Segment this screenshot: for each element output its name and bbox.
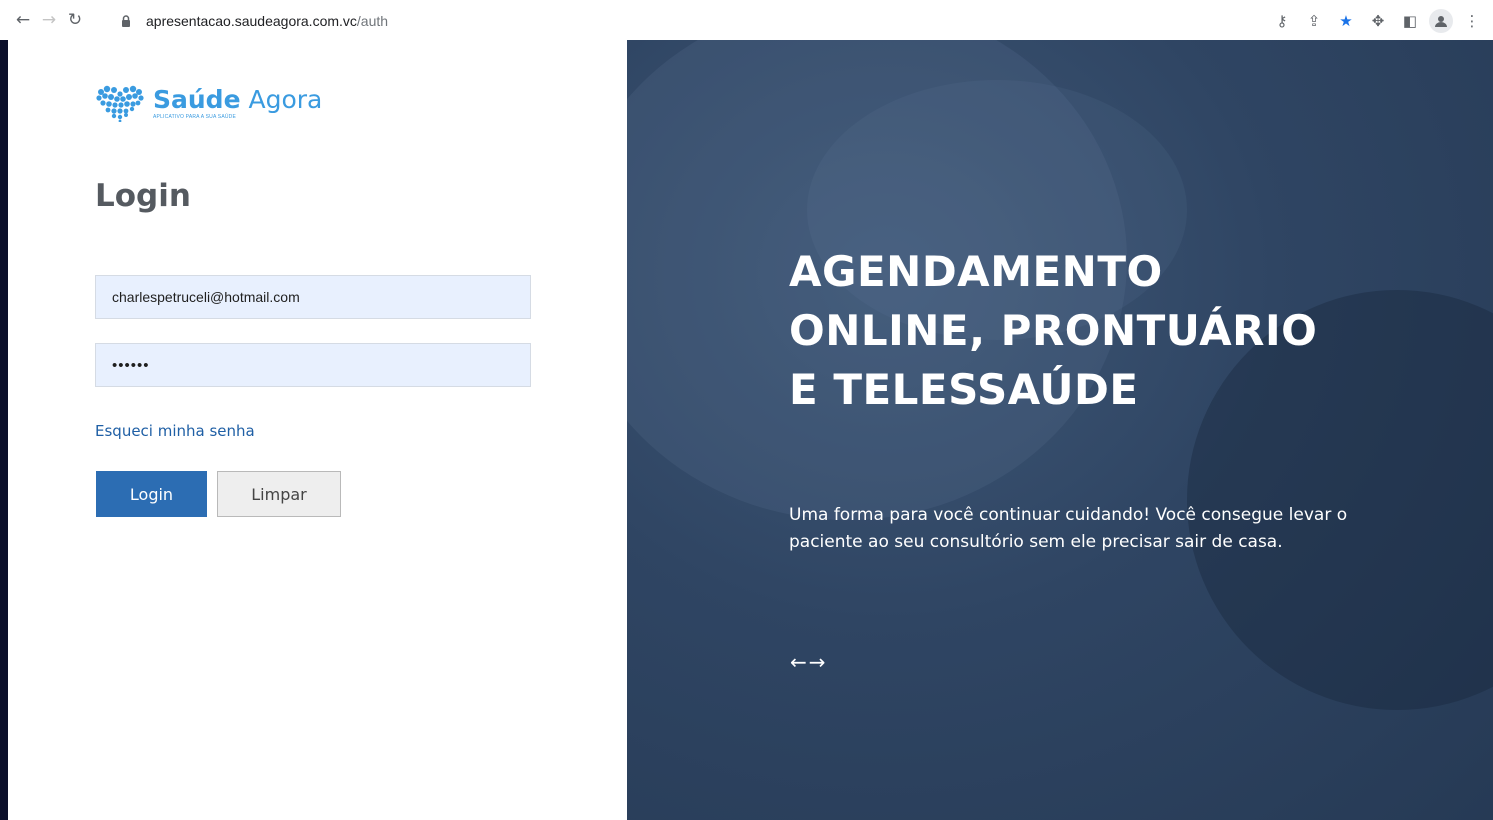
back-icon[interactable]: ← bbox=[10, 7, 36, 33]
extensions-icon[interactable]: ✥ bbox=[1365, 8, 1391, 34]
logo: Saúde Agora APLICATIVO PARA A SUA SAÚDE bbox=[95, 84, 322, 122]
hero-title-line: AGENDAMENTO bbox=[789, 247, 1163, 296]
page-title: Login bbox=[95, 178, 191, 214]
logo-text: Saúde Agora APLICATIVO PARA A SUA SAÚDE bbox=[153, 84, 323, 120]
url-host: apresentacao.saudeagora.com.vc bbox=[146, 13, 357, 29]
login-panel: Saúde Agora APLICATIVO PARA A SUA SAÚDE … bbox=[8, 40, 627, 820]
address-bar[interactable]: apresentacao.saudeagora.com.vc/auth bbox=[118, 8, 388, 34]
forgot-password-link[interactable]: Esqueci minha senha bbox=[95, 422, 255, 440]
arrow-right-icon[interactable]: → bbox=[809, 650, 826, 674]
logo-name-bold: Saúde bbox=[153, 84, 241, 114]
clear-button[interactable]: Limpar bbox=[217, 471, 341, 517]
carousel-controls: ← → bbox=[790, 650, 826, 674]
password-field[interactable]: •••••• bbox=[95, 343, 531, 387]
profile-icon[interactable] bbox=[1429, 9, 1453, 33]
reload-icon[interactable]: ↻ bbox=[62, 7, 88, 33]
key-icon[interactable]: ⚷ bbox=[1269, 8, 1295, 34]
star-icon[interactable]: ★ bbox=[1333, 8, 1359, 34]
logo-tagline: APLICATIVO PARA A SUA SAÚDE bbox=[153, 113, 237, 120]
email-field[interactable]: charlespetruceli@hotmail.com bbox=[95, 275, 531, 319]
menu-icon[interactable]: ⋮ bbox=[1459, 8, 1485, 34]
hero-panel: AGENDAMENTO ONLINE, PRONTUÁRIO E TELESSA… bbox=[627, 40, 1493, 820]
browser-toolbar: ← → ↻ apresentacao.saudeagora.com.vc/aut… bbox=[0, 0, 1493, 41]
forward-icon[interactable]: → bbox=[36, 7, 62, 33]
share-icon[interactable]: ⇪ bbox=[1301, 8, 1327, 34]
arrow-left-icon[interactable]: ← bbox=[790, 650, 807, 674]
logo-name: Saúde Agora bbox=[153, 84, 323, 114]
sidepanel-icon[interactable]: ◧ bbox=[1397, 8, 1423, 34]
browser-nav: ← → ↻ bbox=[10, 7, 88, 33]
hero-title: AGENDAMENTO ONLINE, PRONTUÁRIO E TELESSA… bbox=[789, 242, 1409, 419]
browser-actions: ⚷ ⇪ ★ ✥ ◧ ⋮ bbox=[1269, 8, 1485, 34]
hero-title-line: E TELESSAÚDE bbox=[789, 365, 1139, 414]
hero-title-line: ONLINE, PRONTUÁRIO bbox=[789, 306, 1318, 355]
logo-name-regular: Agora bbox=[240, 84, 323, 114]
hero-description: Uma forma para você continuar cuidando! … bbox=[789, 505, 1348, 552]
heart-dots-icon bbox=[96, 85, 144, 122]
url-path: /auth bbox=[356, 13, 389, 29]
login-button[interactable]: Login bbox=[96, 471, 207, 517]
desktop-edge bbox=[0, 40, 8, 820]
lock-icon[interactable] bbox=[118, 13, 134, 29]
